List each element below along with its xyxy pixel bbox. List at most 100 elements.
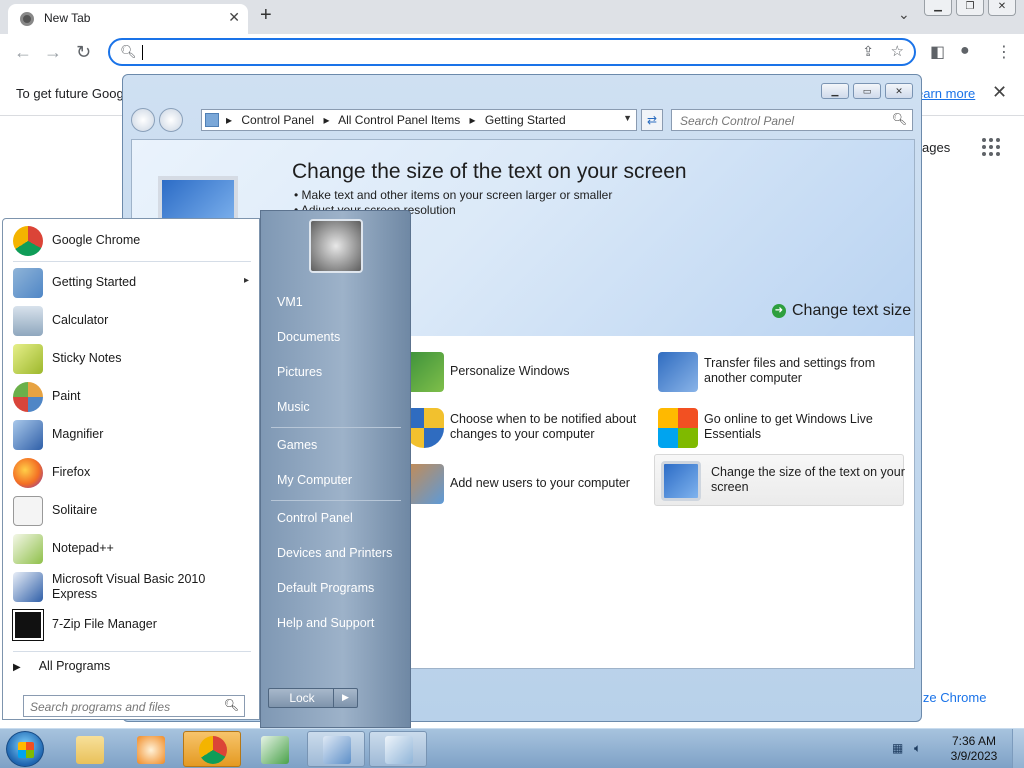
user-avatar[interactable] — [309, 219, 363, 273]
program-magnifier[interactable]: Magnifier — [11, 417, 257, 453]
start-menu: Google Chrome Getting Started ▸ Calculat… — [0, 210, 411, 728]
link-games[interactable]: Games — [277, 438, 317, 452]
program-firefox[interactable]: Firefox — [11, 455, 257, 491]
tab-search-chevron-icon[interactable]: ⌄ — [898, 6, 910, 23]
item-transfer-files[interactable]: Transfer files and settings from another… — [658, 346, 898, 398]
link-user-folder[interactable]: VM1 — [277, 295, 303, 309]
learn-more-link[interactable]: earn more — [916, 86, 975, 101]
program-visual-basic[interactable]: Microsoft Visual Basic 2010 Express — [11, 569, 257, 605]
reload-icon[interactable]: ↻ — [76, 42, 91, 63]
breadcrumb-control-panel[interactable]: Control Panel — [241, 113, 314, 127]
change-text-size-link[interactable]: ➜ Change text size — [772, 302, 911, 320]
new-tab-button[interactable]: + — [260, 4, 272, 27]
link-documents[interactable]: Documents — [277, 330, 340, 344]
cp-minimize-button[interactable]: ▁ — [821, 83, 849, 99]
show-desktop-button[interactable] — [1012, 729, 1024, 768]
program-label: Solitaire — [52, 503, 98, 517]
csharp-icon — [261, 736, 289, 764]
program-paint[interactable]: Paint — [11, 379, 257, 415]
link-pictures[interactable]: Pictures — [277, 365, 322, 379]
search-icon: 🔍︎ — [891, 112, 907, 126]
shutdown-options-arrow-icon[interactable]: ▶ — [333, 688, 357, 708]
cp-window-controls: ▁ ▭ ✕ — [821, 83, 913, 99]
item-windows-live[interactable]: Go online to get Windows Live Essentials — [658, 402, 898, 454]
breadcrumb-all-items[interactable]: All Control Panel Items — [338, 113, 460, 127]
item-change-text-size[interactable]: Change the size of the text on your scre… — [654, 454, 905, 506]
program-label: Sticky Notes — [52, 351, 122, 365]
7zip-icon — [12, 609, 44, 641]
google-apps-icon[interactable] — [982, 138, 1000, 156]
start-search-input[interactable]: Search programs and files 🔍︎ — [23, 695, 245, 717]
restore-button[interactable]: ❐ — [956, 0, 984, 16]
program-label: Google Chrome — [52, 233, 141, 247]
item-uac-notifications[interactable]: Choose when to be notified about changes… — [404, 402, 644, 454]
clock[interactable]: 7:36 AM 3/9/2023 — [944, 734, 1004, 764]
tab-title: New Tab — [44, 11, 91, 25]
volume-icon[interactable]: 🔈︎ — [914, 741, 928, 755]
link-devices-printers[interactable]: Devices and Printers — [277, 546, 392, 560]
customize-chrome-button[interactable]: ize Chrome — [914, 684, 1008, 712]
chrome-taskbar-button[interactable] — [183, 731, 241, 767]
explorer-taskbar-button[interactable] — [60, 731, 118, 767]
link-help-support[interactable]: Help and Support — [277, 616, 374, 630]
network-icon[interactable]: ▦ — [892, 741, 906, 755]
monitor-icon — [661, 461, 701, 501]
profile-avatar-icon[interactable]: ● — [960, 42, 970, 60]
cp-back-button[interactable] — [131, 108, 155, 132]
cp-close-button[interactable]: ✕ — [885, 83, 913, 99]
address-dropdown-icon[interactable]: ▼ — [623, 113, 632, 123]
program-7zip[interactable]: 7-Zip File Manager — [11, 607, 257, 643]
program-solitaire[interactable]: Solitaire — [11, 493, 257, 529]
breadcrumb-arrow-icon: ▸ — [226, 113, 233, 127]
text-caret — [142, 45, 143, 60]
start-button[interactable] — [6, 731, 44, 767]
program-label: Microsoft Visual Basic 2010 Express — [52, 572, 206, 601]
control-panel-taskbar-button[interactable] — [307, 731, 365, 767]
windows-flag-icon — [658, 408, 698, 448]
refresh-button[interactable]: ⇄ — [641, 109, 663, 131]
side-panel-icon[interactable]: ◧ — [930, 42, 945, 62]
lock-label: Lock — [289, 691, 315, 705]
link-default-programs[interactable]: Default Programs — [277, 581, 374, 595]
link-my-computer[interactable]: My Computer — [277, 473, 352, 487]
link-control-panel[interactable]: Control Panel — [277, 511, 353, 525]
csharp-taskbar-button[interactable] — [245, 731, 303, 767]
close-button[interactable]: ✕ — [988, 0, 1016, 16]
banner-title: Change the size of the text on your scre… — [292, 160, 687, 183]
notepadpp-icon — [13, 534, 43, 564]
chrome-icon — [13, 226, 43, 256]
media-player-taskbar-button[interactable] — [121, 731, 179, 767]
visual-basic-icon — [13, 572, 43, 602]
program-sticky-notes[interactable]: Sticky Notes — [11, 341, 257, 377]
breadcrumb: ▸ Control Panel ▸ All Control Panel Item… — [226, 113, 572, 127]
tab-new-tab[interactable]: New Tab ✕ — [8, 4, 248, 34]
program-notepadpp[interactable]: Notepad++ — [11, 531, 257, 567]
share-icon[interactable]: ⇪ — [862, 43, 874, 60]
cp-search-placeholder: Search Control Panel — [680, 114, 795, 128]
sticky-notes-icon — [13, 344, 43, 374]
tab-close-icon[interactable]: ✕ — [228, 9, 240, 26]
bookmark-star-icon[interactable]: ☆ — [891, 42, 904, 60]
images-link[interactable]: ages — [922, 140, 950, 155]
media-player-icon — [137, 736, 165, 764]
breadcrumb-getting-started[interactable]: Getting Started — [485, 113, 566, 127]
menu-kebab-icon[interactable]: ⋮ — [996, 42, 1012, 62]
all-programs-button[interactable]: ▶ All Programs — [13, 659, 110, 673]
cp-maximize-button[interactable]: ▭ — [853, 83, 881, 99]
minimize-button[interactable]: ▁ — [924, 0, 952, 16]
link-music[interactable]: Music — [277, 400, 310, 414]
info-bar-close-icon[interactable]: ✕ — [992, 82, 1007, 103]
item-personalize-windows[interactable]: Personalize Windows — [404, 346, 644, 398]
cp-address-bar[interactable]: ▸ Control Panel ▸ All Control Panel Item… — [201, 109, 637, 131]
program-getting-started[interactable]: Getting Started ▸ — [11, 265, 257, 301]
back-icon[interactable]: ← — [14, 42, 32, 63]
forward-icon[interactable]: → — [44, 42, 62, 63]
item-add-users[interactable]: Add new users to your computer — [404, 458, 644, 510]
cp-search-input[interactable]: Search Control Panel 🔍︎ — [671, 109, 913, 131]
getting-started-taskbar-button[interactable] — [369, 731, 427, 767]
program-calculator[interactable]: Calculator — [11, 303, 257, 339]
cp-forward-button[interactable] — [159, 108, 183, 132]
omnibox[interactable]: 🔍︎ ⇪ ☆ — [108, 38, 916, 66]
start-menu-programs-pane: Google Chrome Getting Started ▸ Calculat… — [2, 218, 260, 720]
program-google-chrome[interactable]: Google Chrome — [11, 223, 257, 259]
